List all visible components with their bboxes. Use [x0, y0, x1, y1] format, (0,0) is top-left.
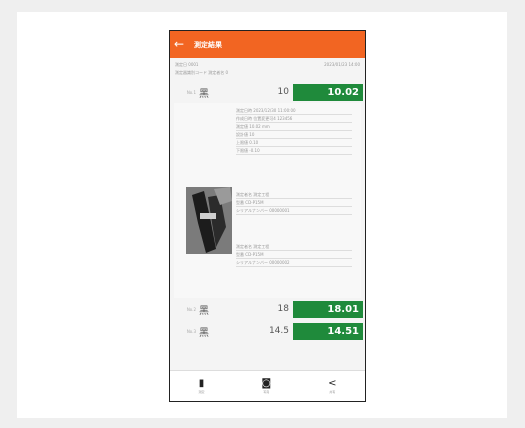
- measurement-row-3[interactable]: No.3 黑 14.5 14.51: [170, 320, 365, 342]
- caliper-photo-icon: [186, 187, 232, 254]
- info-line: 測定値 10.02 mm: [236, 123, 352, 131]
- info-group-1: 測定日時 2023/12/30 11:00:00 作成日時 位置変更可4 123…: [236, 107, 352, 155]
- share-icon: <: [328, 378, 337, 389]
- camera-icon: ◙: [261, 378, 272, 389]
- measured-value: 10.02: [293, 83, 363, 101]
- measurement-photo[interactable]: [186, 187, 232, 254]
- row-number: No.1: [186, 89, 196, 95]
- nav-measure[interactable]: ▮ 測定: [198, 378, 204, 394]
- measured-value: 14.51: [293, 322, 363, 340]
- page-title: 測定結果: [194, 40, 222, 49]
- row-number: No.2: [186, 306, 196, 312]
- info-line: 設計値 10: [236, 131, 352, 139]
- planned-value: 14.5: [268, 326, 289, 336]
- device-icon: ▮: [198, 378, 205, 389]
- measurement-row-2[interactable]: No.2 黑 18 18.01: [170, 298, 365, 320]
- nav-share[interactable]: < 共有: [328, 378, 336, 394]
- back-arrow-icon[interactable]: ←: [170, 31, 188, 58]
- info-line: 測定者名 測定工程: [236, 243, 352, 251]
- row-number: No.3: [186, 328, 196, 334]
- planned-value: 10: [277, 87, 289, 97]
- nav-label: 測定: [198, 390, 205, 394]
- nav-label: 写真: [263, 390, 270, 394]
- planned-value: 18: [277, 304, 289, 314]
- info-line: 下限値 -0.10: [236, 147, 352, 155]
- info-line: 作成日時 位置変更可4 123456: [236, 115, 352, 123]
- info-line: 型番 CD-P15M: [236, 199, 352, 207]
- info-line: 測定日時 2023/12/30 11:00:00: [236, 107, 352, 115]
- detail-panel: 測定日時 2023/12/30 11:00:00 作成日時 位置変更可4 123…: [174, 103, 361, 298]
- measured-value: 18.01: [293, 300, 363, 318]
- row-glyph: 黑: [199, 305, 209, 317]
- info-line: 上限値 0.10: [236, 139, 352, 147]
- measurement-row-1[interactable]: No.1 黑 10 10.02: [170, 81, 365, 103]
- meta-left: 測定日 0001: [175, 62, 199, 67]
- nav-label: 共有: [329, 390, 336, 394]
- meta-row: 測定日 0001 2023/01/23 14:00: [170, 58, 365, 68]
- meta-sub: 測定器識別コード 測定者名 0: [175, 70, 229, 75]
- app-bar: ← 測定結果: [170, 31, 365, 58]
- info-line: 型番 CD-P15M: [236, 251, 352, 259]
- row-glyph: 黑: [199, 327, 209, 339]
- phone-screen: ← 測定結果 測定日 0001 2023/01/23 14:00 測定器識別コー…: [169, 30, 366, 402]
- row-glyph: 黑: [199, 88, 209, 100]
- info-line: シリアルナンバー 00000001: [236, 207, 352, 215]
- info-line: シリアルナンバー 00000002: [236, 259, 352, 267]
- info-line: 測定者名 測定工程: [236, 191, 352, 199]
- info-group-2: 測定者名 測定工程 型番 CD-P15M シリアルナンバー 00000001: [236, 191, 352, 215]
- nav-photo[interactable]: ◙ 写真: [261, 378, 271, 394]
- bottom-nav: ▮ 測定 ◙ 写真 < 共有: [170, 370, 365, 401]
- meta-right: 2023/01/23 14:00: [324, 62, 360, 67]
- info-group-3: 測定者名 測定工程 型番 CD-P15M シリアルナンバー 00000002: [236, 243, 352, 267]
